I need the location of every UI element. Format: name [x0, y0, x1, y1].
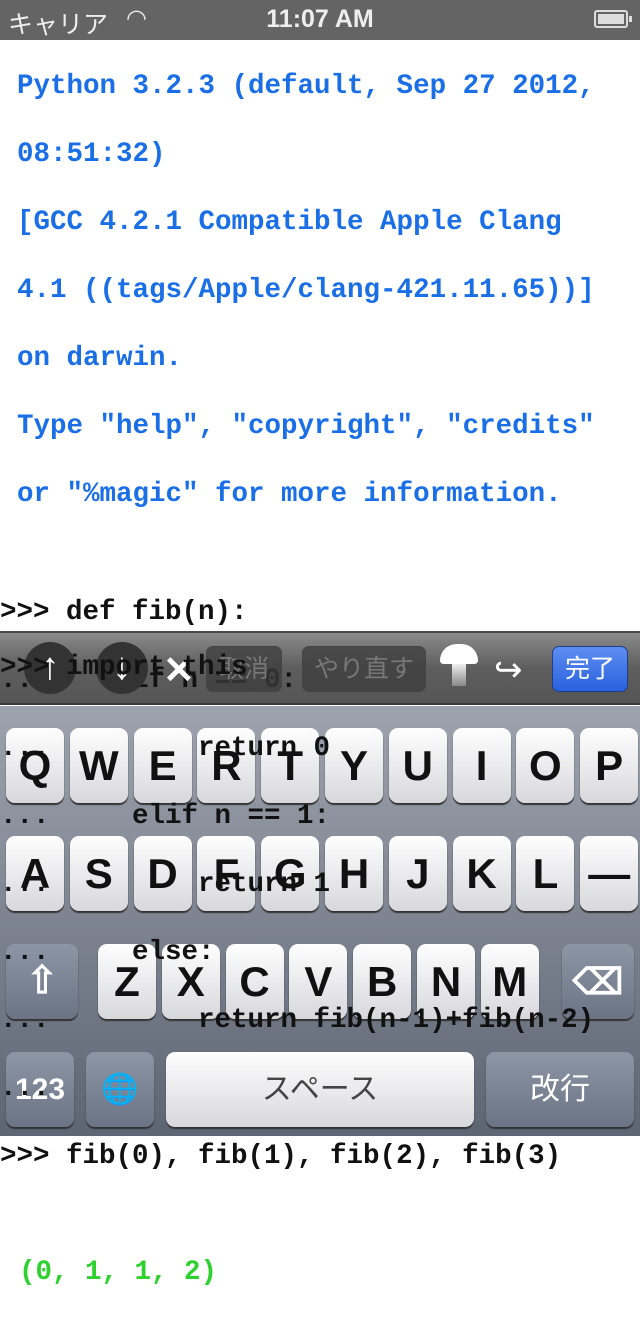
code-line: ... return 0	[0, 733, 331, 764]
banner-line: 08:51:32)	[17, 139, 166, 170]
status-bar: キャリア ◠ 11:07 AM	[0, 0, 640, 40]
banner-line: Python 3.2.3 (default, Sep 27 2012,	[17, 71, 595, 102]
result-line: (0, 1, 1, 2)	[19, 1257, 218, 1288]
code-line: >>> def fib(n):	[0, 597, 248, 628]
code-line: ... return fib(n-1)+fib(n-2)	[0, 1005, 595, 1036]
code-line: ... else:	[0, 937, 215, 968]
code-line: >>> fib(0), fib(1), fib(2), fib(3)	[0, 1141, 562, 1172]
battery-icon	[594, 10, 632, 28]
current-input-line[interactable]: >>> import this	[0, 652, 248, 683]
code-line: ...	[0, 1073, 50, 1104]
clock: 11:07 AM	[266, 5, 374, 33]
banner-line: Type "help", "copyright", "credits"	[17, 411, 595, 442]
banner-line: on darwin.	[17, 343, 183, 374]
code-line: ... return 1	[0, 869, 331, 900]
banner-line: 4.1 ((tags/Apple/clang-421.11.65))]	[17, 275, 595, 306]
code-line: ... elif n == 1:	[0, 801, 331, 832]
redo-button[interactable]: やり直す	[302, 646, 426, 692]
banner-line: or "%magic" for more information.	[17, 479, 562, 510]
banner-line: [GCC 4.2.1 Compatible Apple Clang	[17, 207, 562, 238]
